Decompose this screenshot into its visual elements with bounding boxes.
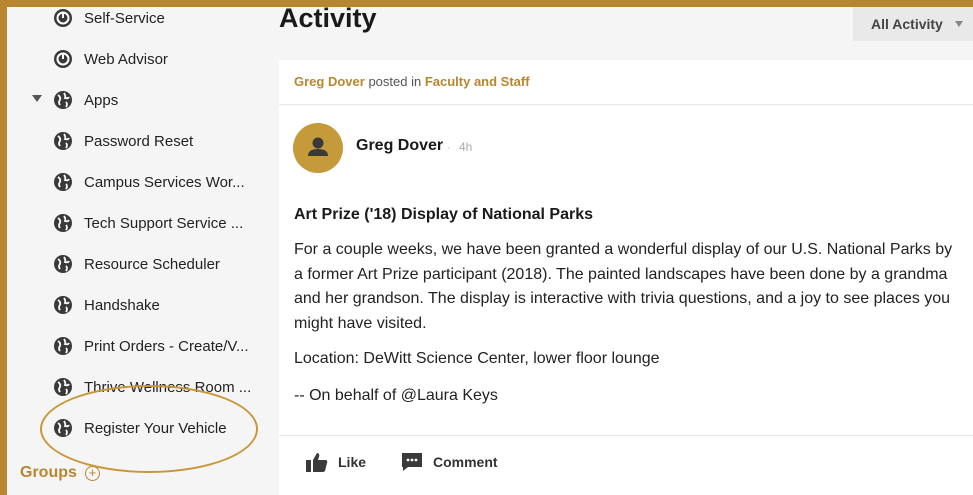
sidebar-item-web-advisor[interactable]: Web Advisor xyxy=(7,45,262,73)
sidebar-item-tech-support[interactable]: Tech Support Service ... xyxy=(7,209,262,237)
post-context: Greg Dover posted in Faculty and Staff xyxy=(294,74,530,89)
globe-icon xyxy=(54,132,72,150)
activity-filter-dropdown[interactable]: All Activity xyxy=(853,7,973,41)
chevron-down-icon xyxy=(954,21,963,27)
post-timestamp[interactable]: 4h xyxy=(459,140,472,154)
sidebar-item-self-service[interactable]: Self-Service xyxy=(7,7,262,32)
post-behalf: -- On behalf of @Laura Keys xyxy=(294,387,498,404)
sidebar-item-label: Thrive Wellness Room ... xyxy=(84,379,252,396)
add-group-icon[interactable]: + xyxy=(84,465,100,481)
poster-link[interactable]: Greg Dover xyxy=(294,74,365,89)
post-body: For a couple weeks, we have been granted… xyxy=(294,241,953,332)
sidebar-item-label: Handshake xyxy=(84,297,160,314)
globe-icon xyxy=(54,214,72,232)
sidebar-item-label: Self-Service xyxy=(84,10,165,27)
sidebar-item-label: Register Your Vehicle xyxy=(84,420,227,437)
web-advisor-icon xyxy=(54,50,72,68)
post-card: Greg Dover posted in Faculty and Staff G… xyxy=(279,60,973,495)
like-label: Like xyxy=(338,454,367,470)
sidebar-item-password-reset[interactable]: Password Reset xyxy=(7,127,262,155)
sidebar-item-handshake[interactable]: Handshake xyxy=(7,291,262,319)
sidebar-item-register-vehicle[interactable]: Register Your Vehicle xyxy=(7,414,262,442)
sidebar-item-resource-scheduler[interactable]: Resource Scheduler xyxy=(7,250,262,278)
globe-icon xyxy=(54,419,72,437)
separator: · xyxy=(447,140,451,154)
divider xyxy=(279,435,973,436)
sidebar-item-label: Password Reset xyxy=(84,133,194,150)
globe-icon xyxy=(54,378,72,396)
divider xyxy=(279,104,973,105)
globe-icon xyxy=(54,296,72,314)
sidebar-item-label: Print Orders - Create/V... xyxy=(84,338,249,355)
comment-button[interactable]: Comment xyxy=(401,452,498,472)
groups-label: Groups xyxy=(20,464,77,481)
sidebar-item-print-orders[interactable]: Print Orders - Create/V... xyxy=(7,332,262,360)
post-title: Art Prize ('18) Display of National Park… xyxy=(294,206,594,223)
comment-label: Comment xyxy=(433,454,498,470)
globe-icon xyxy=(54,91,72,109)
globe-icon xyxy=(54,337,72,355)
chevron-down-icon[interactable] xyxy=(32,95,42,102)
web-advisor-icon xyxy=(54,9,72,27)
filter-label: All Activity xyxy=(871,16,943,32)
sidebar-item-label: Tech Support Service ... xyxy=(84,215,244,232)
like-button[interactable]: Like xyxy=(306,452,366,472)
sidebar-item-campus-services[interactable]: Campus Services Wor... xyxy=(7,168,262,196)
sidebar-item-label: Apps xyxy=(84,92,119,109)
page-title: Activity xyxy=(279,3,377,33)
avatar[interactable] xyxy=(293,123,343,173)
sidebar-item-label: Web Advisor xyxy=(84,51,168,68)
posted-in-text: posted in xyxy=(368,74,422,89)
author-name[interactable]: Greg Dover xyxy=(356,137,443,155)
comment-icon xyxy=(402,453,422,471)
sidebar-item-apps[interactable]: Apps xyxy=(7,86,262,114)
user-icon xyxy=(308,137,328,156)
sidebar-item-thrive-wellness[interactable]: Thrive Wellness Room ... xyxy=(7,373,262,401)
post-location: Location: DeWitt Science Center, lower f… xyxy=(294,350,660,367)
globe-icon xyxy=(54,255,72,273)
group-link[interactable]: Faculty and Staff xyxy=(425,74,530,89)
globe-icon xyxy=(54,173,72,191)
thumbs-up-icon xyxy=(306,453,328,472)
groups-header[interactable]: Groups + xyxy=(20,464,100,482)
sidebar-item-label: Resource Scheduler xyxy=(84,256,220,273)
sidebar-item-label: Campus Services Wor... xyxy=(84,174,245,191)
sidebar: Self-Service Web Advisor Apps Password R… xyxy=(7,7,262,495)
